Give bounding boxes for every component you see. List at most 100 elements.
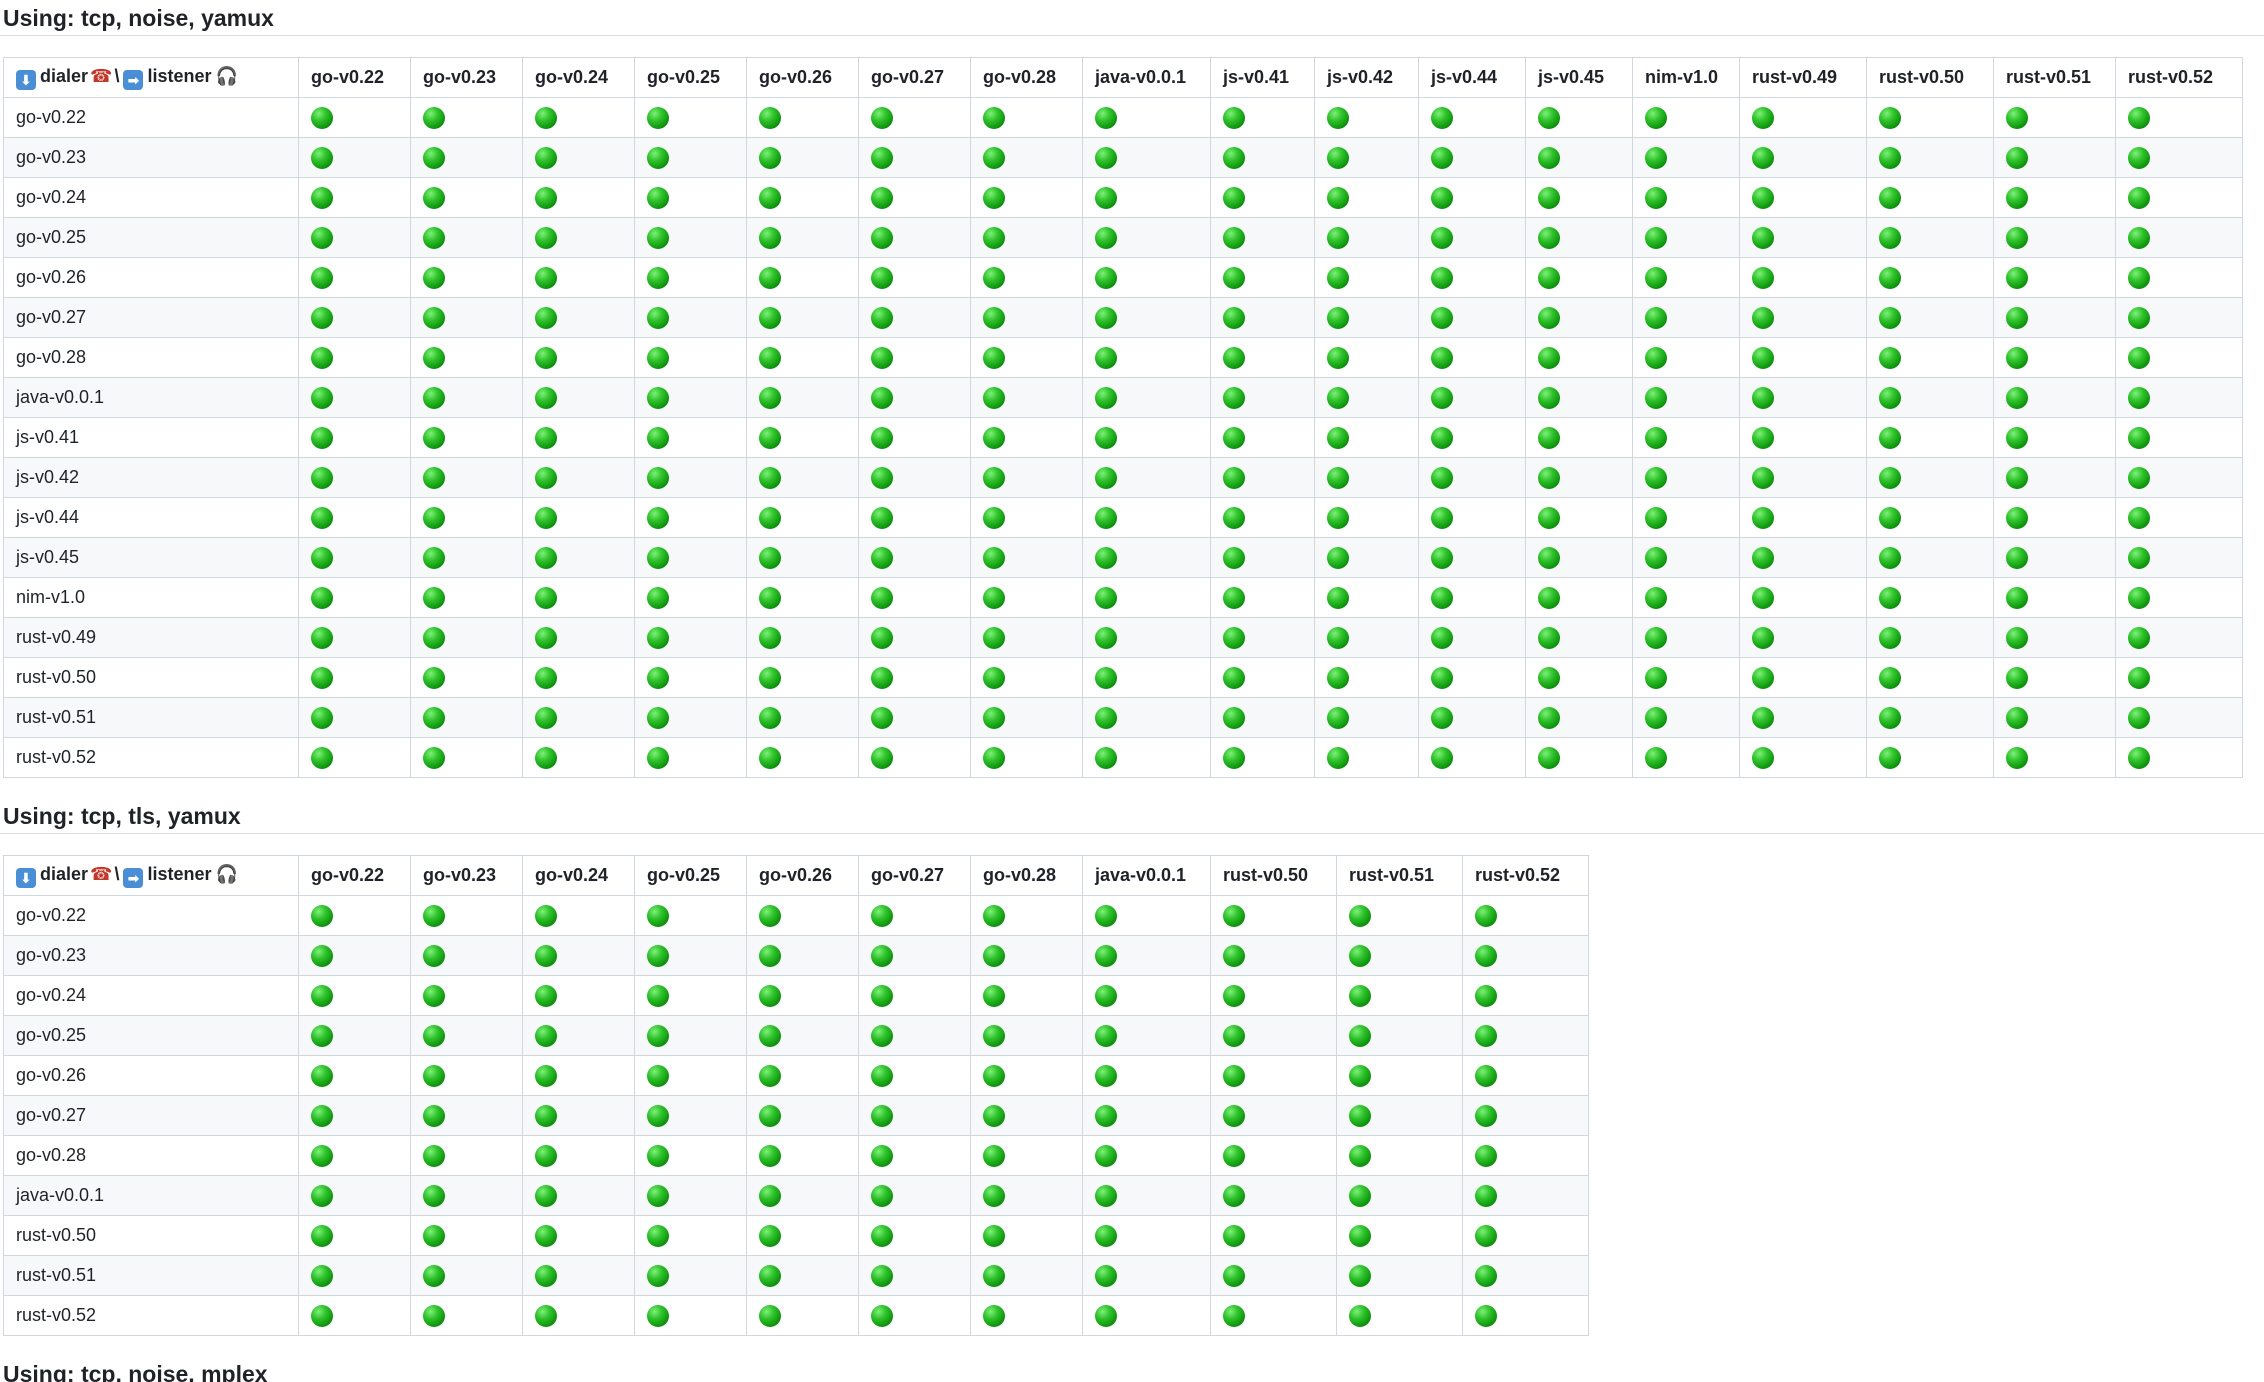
green-circle-icon [647, 106, 669, 129]
result-cell [1210, 1255, 1337, 1296]
green-circle-icon [1645, 106, 1667, 129]
table-row: go-v0.25 [3, 217, 2243, 258]
green-circle-icon [535, 306, 557, 329]
green-circle-icon [1645, 146, 1667, 169]
result-cell [970, 497, 1083, 538]
green-circle-icon [759, 1064, 781, 1087]
green-circle-icon [1431, 506, 1453, 529]
green-circle-icon [1645, 546, 1667, 569]
green-circle-icon [1431, 746, 1453, 769]
green-circle-icon [647, 1264, 669, 1287]
result-cell [634, 537, 747, 578]
green-circle-icon [1752, 146, 1774, 169]
green-circle-icon [983, 1304, 1005, 1327]
green-circle-icon [983, 904, 1005, 927]
green-circle-icon [1223, 1064, 1245, 1087]
green-circle-icon [1879, 426, 1901, 449]
green-circle-icon [2006, 466, 2028, 489]
result-cell [634, 1295, 747, 1336]
result-cell [1082, 257, 1211, 298]
green-circle-icon [1475, 1304, 1497, 1327]
column-header: go-v0.24 [522, 855, 635, 896]
green-circle-icon [983, 386, 1005, 409]
result-cell [1462, 1295, 1589, 1336]
result-cell [410, 257, 523, 298]
result-cell [1525, 617, 1633, 658]
green-circle-icon [983, 1264, 1005, 1287]
green-circle-icon [423, 386, 445, 409]
result-cell [970, 895, 1083, 936]
green-circle-icon [311, 586, 333, 609]
green-circle-icon [535, 546, 557, 569]
green-circle-icon [423, 226, 445, 249]
green-circle-icon [2006, 426, 2028, 449]
column-header: rust-v0.49 [1739, 57, 1867, 98]
green-circle-icon [1223, 426, 1245, 449]
result-cell [970, 935, 1083, 976]
result-cell [634, 217, 747, 258]
green-circle-icon [1538, 386, 1560, 409]
result-cell [1993, 657, 2116, 698]
green-circle-icon [983, 706, 1005, 729]
green-circle-icon [1645, 306, 1667, 329]
table-row: js-v0.45 [3, 537, 2243, 578]
result-cell [2115, 297, 2243, 338]
green-circle-icon [759, 546, 781, 569]
result-cell [1336, 1175, 1463, 1216]
green-circle-icon [535, 1304, 557, 1327]
result-cell [1210, 975, 1337, 1016]
green-circle-icon [759, 266, 781, 289]
green-circle-icon [423, 1104, 445, 1127]
result-cell [746, 417, 859, 458]
result-cell [1632, 737, 1740, 778]
result-cell [1993, 377, 2116, 418]
result-cell [634, 617, 747, 658]
green-circle-icon [1879, 546, 1901, 569]
green-circle-icon [1223, 1024, 1245, 1047]
table-row: rust-v0.49 [3, 617, 2243, 658]
green-circle-icon [1538, 306, 1560, 329]
green-circle-icon [311, 226, 333, 249]
dialer-label: dialer [40, 65, 89, 86]
green-circle-icon [1752, 706, 1774, 729]
result-cell [1210, 537, 1315, 578]
green-circle-icon [759, 466, 781, 489]
green-circle-icon [1223, 1224, 1245, 1247]
green-circle-icon [1752, 426, 1774, 449]
green-circle-icon [1752, 106, 1774, 129]
result-cell [522, 1215, 635, 1256]
green-circle-icon [1327, 386, 1349, 409]
result-cell [634, 935, 747, 976]
result-cell [1462, 1175, 1589, 1216]
result-cell [1462, 1095, 1589, 1136]
green-circle-icon [871, 506, 893, 529]
green-circle-icon [535, 386, 557, 409]
green-circle-icon [1095, 106, 1117, 129]
result-cell [858, 177, 971, 218]
green-circle-icon [1095, 706, 1117, 729]
result-cell [746, 657, 859, 698]
green-circle-icon [1431, 226, 1453, 249]
green-circle-icon [1475, 984, 1497, 1007]
green-circle-icon [1475, 1184, 1497, 1207]
result-cell [634, 1055, 747, 1096]
result-cell [298, 137, 411, 178]
result-cell [746, 217, 859, 258]
result-cell [634, 1255, 747, 1296]
green-circle-icon [1095, 346, 1117, 369]
result-cell [634, 975, 747, 1016]
row-header: js-v0.45 [3, 537, 299, 578]
green-circle-icon [871, 466, 893, 489]
green-circle-icon [1349, 1304, 1371, 1327]
column-header: go-v0.26 [746, 855, 859, 896]
result-cell [298, 257, 411, 298]
result-cell [746, 697, 859, 738]
green-circle-icon [1431, 186, 1453, 209]
result-cell [1082, 1095, 1211, 1136]
green-circle-icon [311, 1304, 333, 1327]
green-circle-icon [1327, 746, 1349, 769]
result-cell [1314, 377, 1419, 418]
result-cell [970, 1255, 1083, 1296]
green-circle-icon [535, 706, 557, 729]
result-cell [746, 337, 859, 378]
